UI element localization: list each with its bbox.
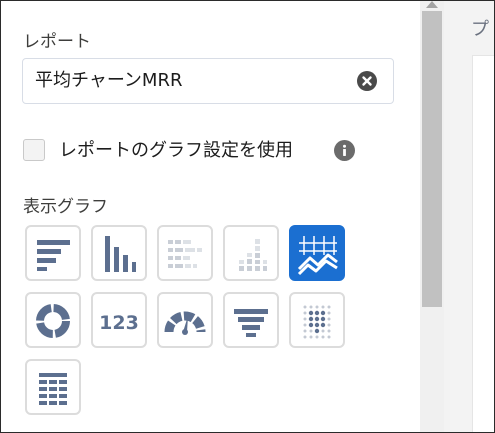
chart-type-metric[interactable]: 123 — [91, 292, 147, 348]
line-chart-icon — [297, 236, 338, 276]
scroll-up-arrow-icon[interactable] — [426, 1, 438, 8]
chart-type-horizontal-bar[interactable] — [25, 225, 81, 281]
metric-icon: 123 — [99, 312, 139, 334]
clear-icon[interactable] — [357, 71, 377, 91]
report-input[interactable]: 平均チャーンMRR — [35, 59, 182, 103]
chart-type-table[interactable] — [25, 359, 81, 415]
horizontal-bar-chart-icon — [37, 240, 70, 271]
preview-card — [472, 55, 494, 432]
info-icon[interactable] — [334, 140, 355, 161]
chart-type-vertical-bar[interactable] — [91, 225, 147, 281]
chart-type-label: 表示グラフ — [23, 197, 108, 217]
chart-type-stacked-vertical-bar — [223, 225, 279, 281]
preview-label: プ — [471, 19, 489, 40]
chart-type-stacked-horizontal-bar — [157, 225, 213, 281]
chart-type-donut[interactable] — [25, 292, 81, 348]
vertical-scrollbar[interactable] — [420, 1, 444, 432]
report-label: レポート — [23, 32, 91, 52]
report-combobox[interactable]: 平均チャーンMRR — [22, 58, 394, 104]
metric-icon-text: 123 — [99, 312, 139, 334]
stacked-vertical-bar-chart-icon — [239, 239, 267, 271]
chart-type-gauge[interactable] — [157, 292, 213, 348]
scatter-chart-icon — [303, 305, 331, 339]
chart-type-scatter[interactable] — [289, 292, 345, 348]
scrollbar-thumb[interactable] — [422, 11, 442, 307]
vertical-bar-chart-icon — [105, 236, 136, 272]
gauge-icon — [164, 311, 206, 335]
chart-type-funnel[interactable] — [223, 292, 279, 348]
preview-pane: プ — [444, 1, 494, 432]
chart-settings-window: レポート 平均チャーンMRR レポートのグラフ設定を使用 表示グラフ 123 プ — [0, 0, 495, 433]
stacked-horizontal-bar-chart-icon — [168, 240, 202, 268]
table-icon — [39, 373, 67, 405]
settings-panel: レポート 平均チャーンMRR レポートのグラフ設定を使用 表示グラフ 123 — [1, 1, 420, 432]
chart-type-line[interactable] — [289, 225, 345, 281]
use-report-chart-checkbox[interactable] — [23, 139, 45, 161]
donut-chart-icon — [36, 304, 70, 338]
funnel-chart-icon — [234, 309, 268, 337]
use-report-chart-label: レポートのグラフ設定を使用 — [59, 140, 293, 161]
